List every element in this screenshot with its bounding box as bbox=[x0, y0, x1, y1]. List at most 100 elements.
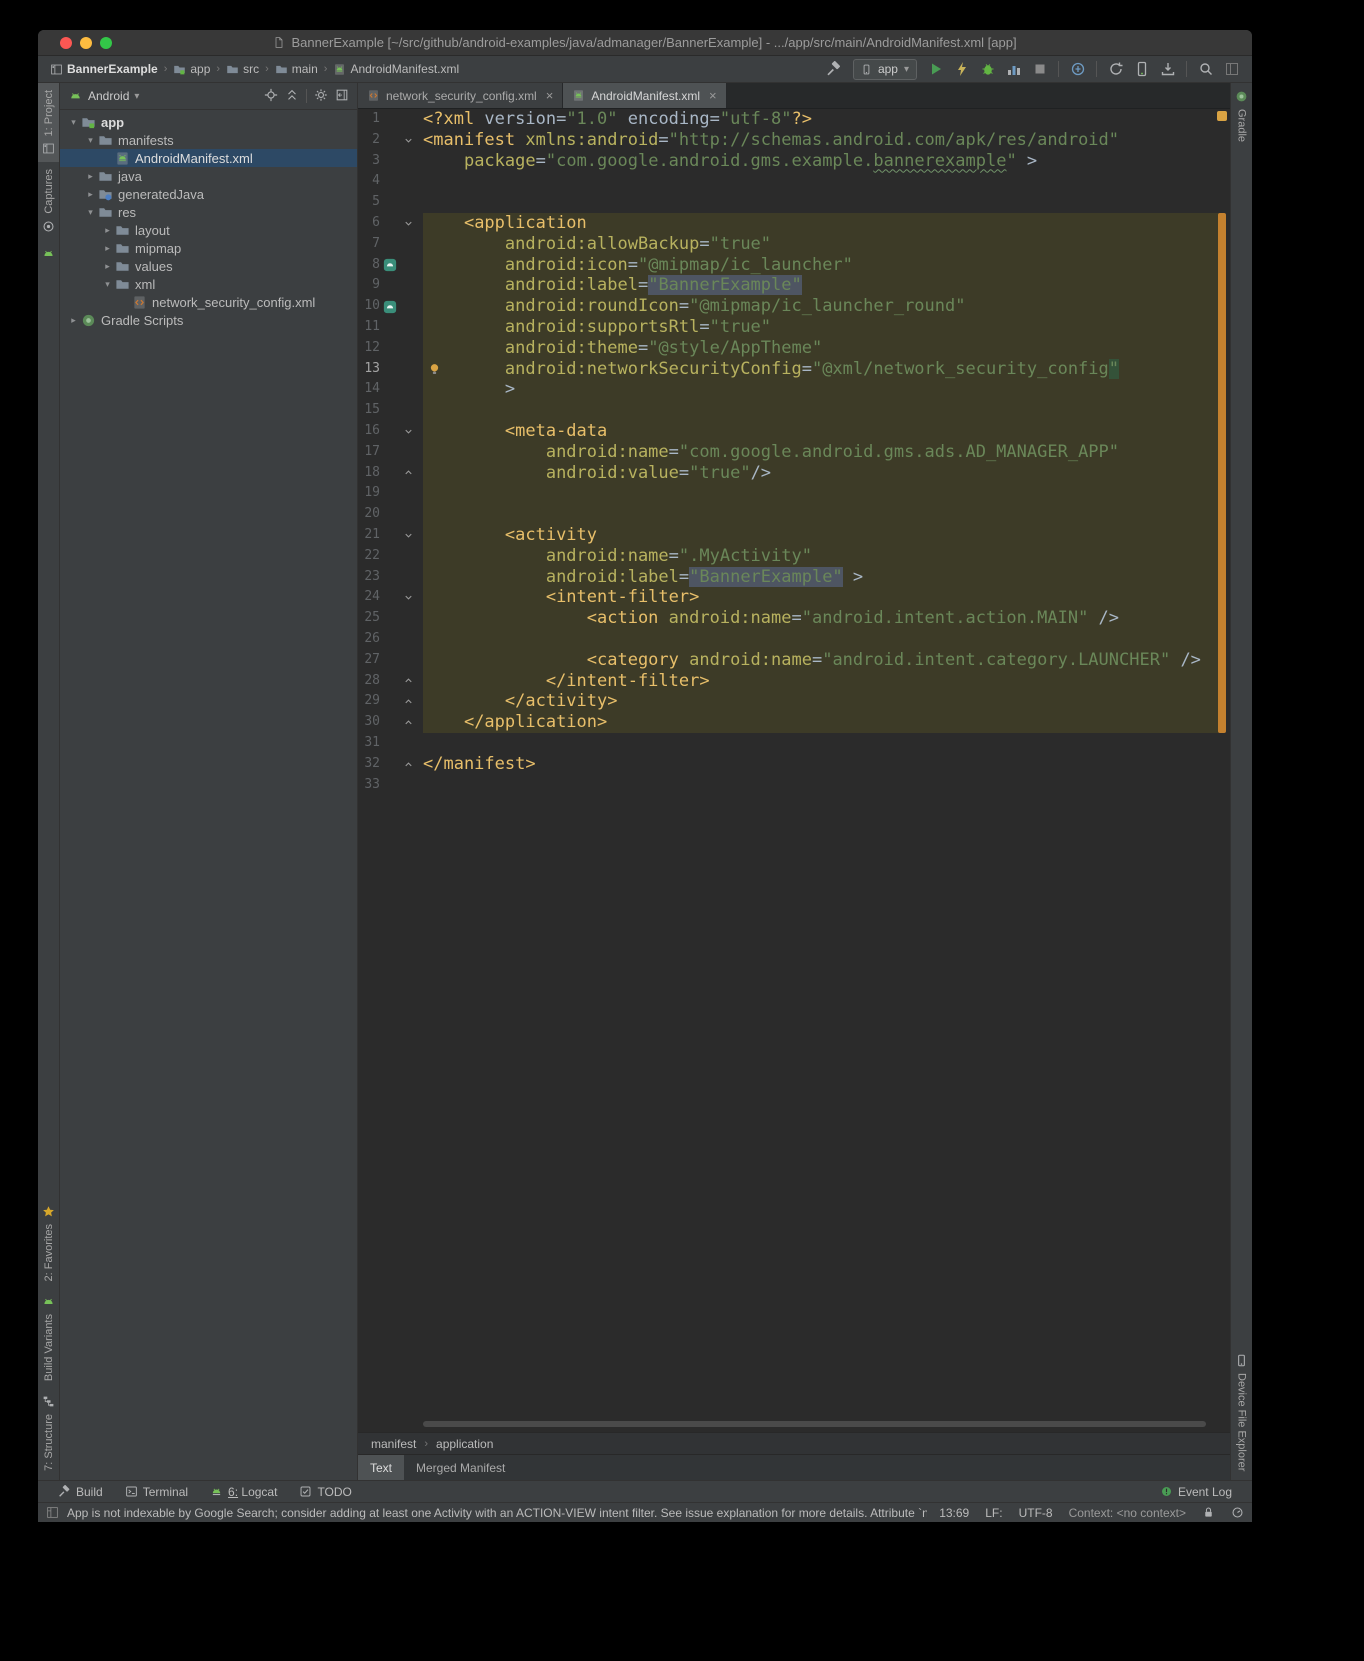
launcher-preview-icon[interactable] bbox=[383, 258, 397, 272]
project-view-selector[interactable]: Android bbox=[88, 89, 129, 103]
tool-window-button-todo[interactable]: TODO bbox=[289, 1481, 361, 1502]
attach-debugger-button[interactable] bbox=[1065, 58, 1090, 80]
fold-down-icon[interactable] bbox=[403, 135, 414, 146]
tool-button-build-variants[interactable]: Build Variants bbox=[38, 1288, 59, 1388]
view-tab-text[interactable]: Text bbox=[358, 1455, 404, 1480]
fold-down-icon[interactable] bbox=[403, 530, 414, 541]
fold-up-icon[interactable] bbox=[403, 696, 414, 707]
tool-button-7-structure[interactable]: 7: Structure bbox=[38, 1388, 59, 1478]
code-editor[interactable]: 1<?xml version="1.0" encoding="utf-8"?>2… bbox=[358, 109, 1230, 1432]
line-separator-indicator[interactable]: LF: bbox=[985, 1506, 1002, 1520]
sdk-manager-button[interactable] bbox=[1155, 58, 1180, 80]
inspection-status-badge[interactable] bbox=[1217, 111, 1227, 121]
tree-item-manifests[interactable]: ▾manifests bbox=[60, 131, 357, 149]
tool-button-1-project[interactable]: 1: Project bbox=[38, 83, 59, 162]
breadcrumb-label: AndroidManifest.xml bbox=[350, 62, 459, 76]
tree-expanded-arrow[interactable]: ▾ bbox=[100, 279, 115, 290]
tool-window-button-terminal[interactable]: Terminal bbox=[115, 1481, 198, 1502]
fold-down-icon[interactable] bbox=[403, 218, 414, 229]
editor-tab-androidmanifest-xml[interactable]: AndroidManifest.xml× bbox=[563, 83, 726, 108]
tree-collapsed-arrow[interactable]: ▸ bbox=[83, 171, 98, 182]
tree-collapsed-arrow[interactable]: ▸ bbox=[83, 189, 98, 200]
profiler-button[interactable] bbox=[1001, 58, 1026, 80]
hammer-button[interactable] bbox=[822, 58, 847, 80]
tree-item-res[interactable]: ▾res bbox=[60, 203, 357, 221]
tree-expanded-arrow[interactable]: ▾ bbox=[66, 117, 81, 128]
toolwindow-switcher-icon[interactable] bbox=[46, 1506, 59, 1519]
tool-button-2-favorites[interactable]: 2: Favorites bbox=[38, 1198, 59, 1288]
horizontal-scrollbar[interactable] bbox=[423, 1421, 1206, 1427]
view-tab-merged-manifest[interactable]: Merged Manifest bbox=[404, 1455, 517, 1480]
breadcrumb-item-bannerexample[interactable]: BannerExample bbox=[48, 61, 160, 77]
status-message[interactable]: App is not indexable by Google Search; c… bbox=[67, 1506, 927, 1520]
locate-button[interactable] bbox=[264, 88, 278, 105]
tree-expanded-arrow[interactable]: ▾ bbox=[83, 135, 98, 146]
tool-window-button-6-logcat[interactable]: 6: Logcat bbox=[200, 1481, 287, 1502]
tree-item-generatedjava[interactable]: ▸generatedJava bbox=[60, 185, 357, 203]
error-stripe-marker[interactable] bbox=[1218, 213, 1226, 733]
run-configuration-select[interactable]: app▾ bbox=[853, 59, 917, 80]
tree-item-java[interactable]: ▸java bbox=[60, 167, 357, 185]
tree-collapsed-arrow[interactable]: ▸ bbox=[100, 225, 115, 236]
fold-up-icon[interactable] bbox=[403, 759, 414, 770]
tree-collapsed-arrow[interactable]: ▸ bbox=[100, 261, 115, 272]
fold-up-icon[interactable] bbox=[403, 467, 414, 478]
code-text: package="com.google.android.gms.example.… bbox=[416, 151, 1037, 172]
breadcrumb-item-src[interactable]: src bbox=[224, 61, 261, 77]
tree-item-gradle-scripts[interactable]: ▸Gradle Scripts bbox=[60, 311, 357, 329]
inspections-profile-icon[interactable] bbox=[1231, 1506, 1244, 1519]
tool-button-captures[interactable]: Captures bbox=[38, 162, 59, 240]
tree-collapsed-arrow[interactable]: ▸ bbox=[100, 243, 115, 254]
close-icon[interactable]: × bbox=[546, 89, 554, 102]
tree-collapsed-arrow[interactable]: ▸ bbox=[66, 315, 81, 326]
line-number: 13 bbox=[358, 359, 380, 380]
sync-project-button[interactable] bbox=[1103, 58, 1128, 80]
tree-item-network-security-config-xml[interactable]: network_security_config.xml bbox=[60, 293, 357, 311]
close-window-button[interactable] bbox=[60, 37, 72, 49]
file-encoding[interactable]: UTF-8 bbox=[1019, 1506, 1053, 1520]
editor-tab-network-security-config-xml[interactable]: network_security_config.xml× bbox=[358, 83, 563, 108]
folder-icon bbox=[98, 205, 113, 220]
run-button[interactable] bbox=[923, 58, 948, 80]
zoom-window-button[interactable] bbox=[100, 37, 112, 49]
lock-icon[interactable] bbox=[1202, 1506, 1215, 1519]
tree-item-app[interactable]: ▾app bbox=[60, 113, 357, 131]
breadcrumb-item-androidmanifest-xml[interactable]: AndroidManifest.xml bbox=[331, 61, 461, 77]
settings-button[interactable] bbox=[314, 88, 328, 105]
avd-manager-button[interactable] bbox=[1129, 58, 1154, 80]
tree-item-layout[interactable]: ▸layout bbox=[60, 221, 357, 239]
tree-item-xml[interactable]: ▾xml bbox=[60, 275, 357, 293]
minimize-window-button[interactable] bbox=[80, 37, 92, 49]
stop-button[interactable] bbox=[1027, 58, 1052, 80]
breadcrumb-item-app[interactable]: app bbox=[171, 61, 212, 77]
search-everywhere-button[interactable] bbox=[1193, 58, 1218, 80]
fold-down-icon[interactable] bbox=[403, 592, 414, 603]
collapse-all-button[interactable] bbox=[285, 88, 299, 105]
fold-up-icon[interactable] bbox=[403, 717, 414, 728]
cursor-position[interactable]: 13:69 bbox=[939, 1506, 969, 1520]
tree-item-values[interactable]: ▸values bbox=[60, 257, 357, 275]
line-number: 33 bbox=[358, 775, 380, 796]
breadcrumb-item-main[interactable]: main bbox=[273, 61, 320, 77]
editor-breadcrumb-application[interactable]: application bbox=[433, 1436, 496, 1452]
hide-button[interactable] bbox=[335, 88, 349, 105]
fold-up-icon[interactable] bbox=[403, 675, 414, 686]
tree-expanded-arrow[interactable]: ▾ bbox=[83, 207, 98, 218]
close-icon[interactable]: × bbox=[709, 89, 717, 102]
tool-button-android-head[interactable] bbox=[38, 240, 59, 267]
tool-button-device-file-explorer[interactable]: Device File Explorer bbox=[1231, 1347, 1252, 1478]
tree-item-mipmap[interactable]: ▸mipmap bbox=[60, 239, 357, 257]
toolwindow-layout-icon bbox=[1224, 61, 1240, 77]
toolwindow-layout-button[interactable] bbox=[1219, 58, 1244, 80]
debug-button[interactable] bbox=[975, 58, 1000, 80]
bulb-icon[interactable] bbox=[428, 362, 441, 376]
editor-breadcrumb-manifest[interactable]: manifest bbox=[368, 1436, 419, 1452]
tool-button-gradle[interactable]: Gradle bbox=[1231, 83, 1252, 149]
tree-item-androidmanifest-xml[interactable]: AndroidManifest.xml bbox=[60, 149, 357, 167]
code-text bbox=[416, 483, 423, 504]
launcher-preview-icon[interactable] bbox=[383, 300, 397, 314]
tool-window-button-build[interactable]: Build bbox=[48, 1481, 113, 1502]
apply-changes-button[interactable] bbox=[949, 58, 974, 80]
fold-down-icon[interactable] bbox=[403, 426, 414, 437]
tool-window-button-event-log[interactable]: Event Log bbox=[1150, 1485, 1242, 1499]
